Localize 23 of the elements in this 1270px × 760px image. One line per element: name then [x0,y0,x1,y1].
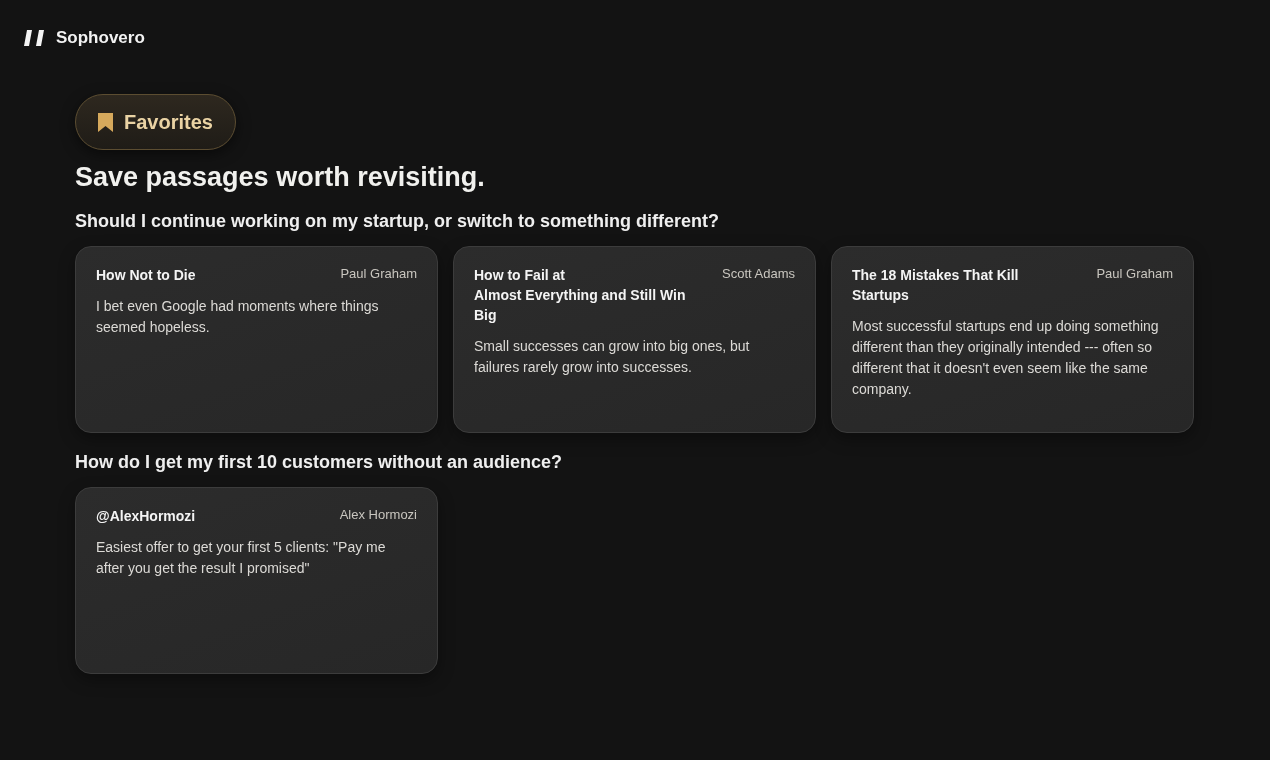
bookmark-icon [97,111,114,133]
passage-author: Paul Graham [1096,265,1173,283]
passage-title: How Not to Die [96,266,196,285]
logo-icon [24,30,44,46]
passage-title: How to Fail at Almost Everything and Still Win Big [474,266,687,325]
passage-excerpt: Small successes can grow into big ones, but failures rarely grow into successes. [474,337,751,377]
passage-card[interactable]: @AlexHormozi Alex Hormozi Easiest offer to get your first 5 clients: "Pay me after you get the result I promised" [75,487,438,674]
passage-excerpt: Easiest offer to get your first 5 clients: "Pay me after you get the result I promised" [96,538,387,578]
question-heading: Should I continue working on my startup, or switch to something different? [75,210,720,233]
passage-author: Scott Adams [722,265,795,283]
favorites-label: Favorites [124,110,213,135]
passage-title: @AlexHormozi [96,507,196,526]
passage-card[interactable] [831,246,1194,433]
passage-card[interactable]: How to Fail at Almost Everything and Still Win Big Scott Adams Small successes can grow into big ones, but failures rarely grow into successes. [453,246,816,433]
passage-excerpt: Most successful startups end up doing something different than they originally intended --- often so different that it doesn't even seem like the same company. [852,317,1160,399]
passage-author: Alex Hormozi [339,506,417,524]
passage-card[interactable]: How Not to Die Paul Graham I bet even Google had moments where things seemed hopeless. [75,246,438,433]
passage-title: The 18 Mistakes That Kill Startups [852,266,1020,305]
question-heading: How do I get my first 10 customers without an audience? [75,451,564,474]
passage-excerpt: I bet even Google had moments where things seemed hopeless. [96,297,380,337]
brand-name: Sophovero [56,28,145,48]
passage-author: Paul Graham [340,265,417,283]
page-heading: Save passages worth revisiting. [75,161,486,194]
